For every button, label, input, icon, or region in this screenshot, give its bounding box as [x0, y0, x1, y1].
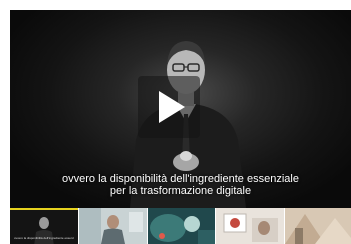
- thumbnail-4[interactable]: [216, 208, 285, 244]
- thumbnail-5-image: [285, 208, 351, 244]
- thumbnail-2[interactable]: [78, 208, 147, 244]
- thumbnail-1[interactable]: ovvero la disponibilità dell'ingrediente…: [10, 208, 78, 244]
- thumbnail-3-image: [147, 208, 216, 244]
- thumbnail-1-caption: ovvero la disponibilità dell'ingrediente…: [14, 237, 74, 240]
- thumbnail-strip: ovvero la disponibilità dell'ingrediente…: [10, 208, 351, 244]
- video-player[interactable]: ovvero la disponibilità dell'ingrediente…: [10, 10, 351, 208]
- play-icon: [159, 91, 185, 123]
- subtitle: ovvero la disponibilità dell'ingrediente…: [10, 173, 351, 197]
- thumbnail-3[interactable]: [147, 208, 216, 244]
- subtitle-line-2: per la trasformazione digitale: [109, 185, 252, 197]
- thumbnail-5[interactable]: [285, 208, 351, 244]
- thumbnail-2-image: [78, 208, 147, 244]
- thumbnail-4-image: [216, 208, 285, 244]
- play-button[interactable]: [138, 76, 200, 138]
- subtitle-line-1: ovvero la disponibilità dell'ingrediente…: [62, 173, 299, 185]
